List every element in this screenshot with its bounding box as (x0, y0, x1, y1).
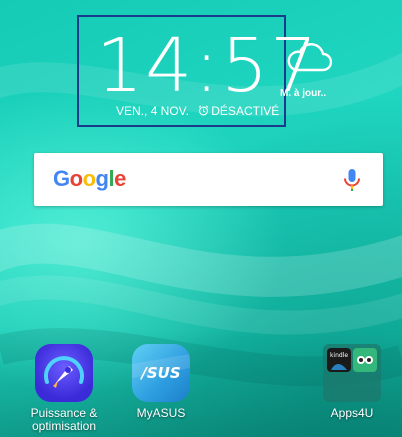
app-label: Apps4U (330, 406, 374, 420)
svg-text:/SUS: /SUS (139, 364, 180, 382)
google-logo: Google (53, 166, 126, 191)
clock-widget[interactable]: 14:57 VEN., 4 NOV. DÉSACTIVÉ (77, 15, 320, 127)
asus-logo-icon: /SUS (132, 344, 190, 402)
app-myasus[interactable]: /SUS MyASUS (111, 344, 211, 420)
clock-date: VEN., 4 NOV. (116, 104, 189, 118)
app-label: MyASUS (136, 406, 186, 420)
tripadvisor-icon (353, 348, 377, 372)
google-search-bar[interactable]: Google (34, 153, 383, 206)
app-label: Puissance & optimisation (30, 406, 98, 433)
kindle-icon: kindle (327, 348, 351, 372)
cloud-icon[interactable] (286, 40, 332, 76)
mic-icon[interactable] (340, 167, 364, 193)
svg-text:kindle: kindle (330, 352, 348, 359)
clock-date-line: VEN., 4 NOV. DÉSACTIVÉ (116, 104, 279, 118)
rocket-gauge-icon (35, 344, 93, 402)
folder-icon: kindle (323, 344, 381, 402)
app-folder-apps4u[interactable]: kindle Apps4U (302, 344, 402, 420)
alarm-icon (199, 105, 209, 116)
weather-status: M. à jour.. (280, 88, 327, 99)
clock-time: 14:57 (96, 23, 320, 109)
alarm-status: DÉSACTIVÉ (211, 104, 280, 118)
app-power-optimisation[interactable]: Puissance & optimisation (14, 344, 114, 433)
